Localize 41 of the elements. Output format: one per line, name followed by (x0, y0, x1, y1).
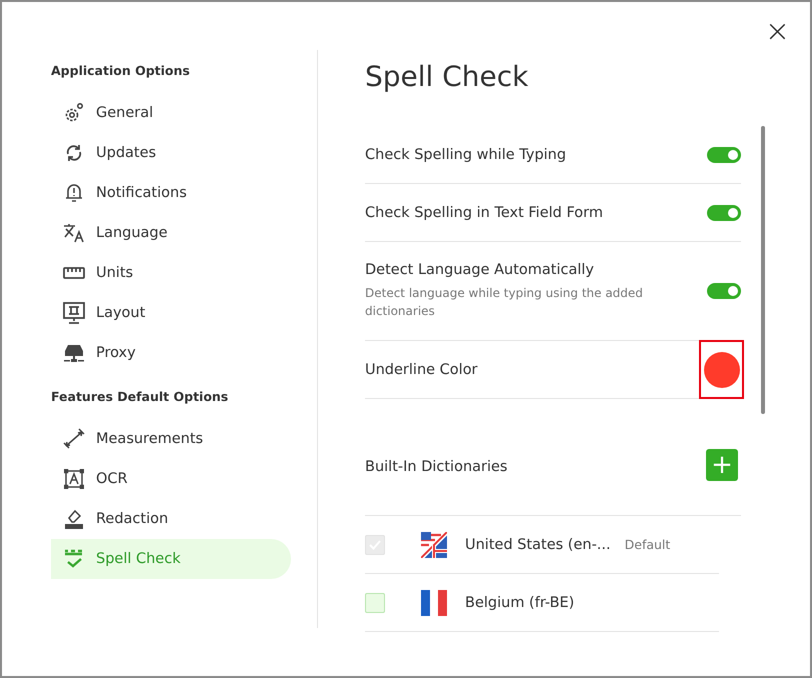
setting-label: Detect Language Automatically (365, 262, 596, 278)
sidebar-item[interactable]: Proxy (51, 333, 291, 373)
network-drive-icon (62, 342, 84, 364)
page-title: Spell Check (365, 60, 530, 95)
flag-icon (421, 590, 447, 616)
setting-label: Underline Color (365, 362, 478, 378)
sidebar-item[interactable]: OCR (51, 459, 291, 499)
setting-description: Detect language while typing using the added dictionaries (365, 285, 644, 320)
sidebar-item[interactable]: Units (51, 253, 291, 293)
section-title: Built-In Dictionaries (365, 459, 508, 475)
sidebar-item[interactable]: Layout (51, 293, 291, 333)
color-picker[interactable] (699, 340, 744, 399)
sidebar-item[interactable]: Notifications (51, 173, 291, 213)
spellcheck-icon (62, 548, 84, 570)
sidebar-item[interactable]: Redaction (51, 499, 291, 539)
toggle-switch[interactable] (707, 146, 741, 162)
sidebar-item[interactable]: Measurements (51, 419, 291, 459)
scrollbar[interactable] (761, 126, 765, 414)
sidebar-item[interactable]: Language (51, 213, 291, 253)
section-heading: Features Default Options (51, 389, 230, 406)
eraser-icon (64, 508, 84, 530)
measure-icon (62, 428, 86, 450)
dictionary-name: United States (en-... (465, 536, 611, 552)
sidebar-item[interactable]: General (51, 93, 291, 133)
ocr-icon (64, 469, 84, 489)
flag-icon (421, 532, 447, 558)
dictionary-name: Belgium (fr-BE) (465, 594, 574, 610)
checkbox[interactable] (365, 592, 385, 612)
section-heading: Application Options (51, 63, 191, 80)
toggle-switch[interactable] (707, 283, 741, 299)
close-button[interactable]: × (762, 18, 792, 46)
setting-label: Check Spelling in Text Field Form (365, 204, 603, 220)
ruler-icon (62, 267, 84, 279)
translate-icon (62, 223, 84, 243)
bell-alert-icon (64, 182, 82, 204)
gear-icon (62, 102, 84, 124)
setting-label: Check Spelling while Typing (365, 146, 566, 162)
toggle-switch[interactable] (707, 204, 741, 220)
default-label: Default (624, 537, 670, 552)
monitor-icon (62, 302, 84, 324)
sidebar-item[interactable]: Updates (51, 133, 291, 173)
